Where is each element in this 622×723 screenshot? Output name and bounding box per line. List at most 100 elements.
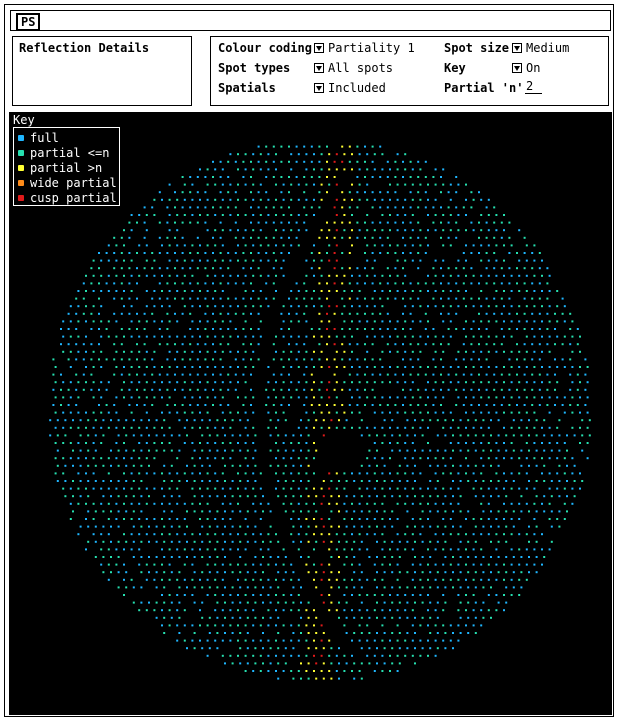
reflection-spot bbox=[183, 244, 186, 247]
reflection-spot bbox=[487, 518, 490, 520]
reflection-spot bbox=[322, 601, 325, 604]
reflection-spot bbox=[379, 358, 382, 361]
reflection-spot bbox=[115, 350, 118, 353]
reflection-spot bbox=[396, 290, 399, 292]
dropdown-arrow-icon[interactable] bbox=[314, 63, 324, 73]
reflection-spot bbox=[470, 358, 473, 361]
reflection-spot bbox=[189, 206, 192, 209]
reflection-spot bbox=[442, 578, 445, 581]
reflection-spot bbox=[419, 168, 422, 171]
reflection-spot bbox=[216, 495, 219, 498]
spatials-menu[interactable]: Included bbox=[314, 81, 386, 95]
reflection-spot bbox=[424, 404, 427, 406]
reflection-spot bbox=[510, 381, 513, 384]
reflection-spot bbox=[161, 578, 163, 581]
reflection-spot bbox=[90, 388, 93, 391]
reflection-spot bbox=[85, 320, 87, 323]
reflection-spot bbox=[62, 335, 65, 338]
dropdown-arrow-icon[interactable] bbox=[314, 43, 324, 53]
reflection-spot bbox=[406, 525, 409, 528]
reflection-spot bbox=[191, 411, 194, 414]
reflection-spot bbox=[290, 487, 293, 490]
reflection-spot bbox=[404, 654, 407, 657]
reflection-spot bbox=[556, 335, 559, 338]
reflection-spot bbox=[396, 198, 399, 201]
reflection-spot bbox=[288, 160, 290, 163]
reflection-spot bbox=[442, 350, 445, 353]
reflection-spot bbox=[474, 419, 477, 422]
reflection-spot bbox=[267, 381, 270, 384]
reflection-spot bbox=[558, 525, 561, 528]
reflection-spot bbox=[123, 381, 125, 384]
reflection-spot bbox=[576, 388, 579, 391]
reflection-spot bbox=[487, 214, 490, 216]
reflection-spot bbox=[404, 290, 407, 292]
reflection-spot bbox=[267, 153, 270, 156]
spot-size-menu[interactable]: Medium bbox=[512, 41, 569, 55]
window-title-button[interactable]: PS bbox=[16, 13, 41, 31]
reflection-spot bbox=[442, 639, 445, 642]
reflection-spot bbox=[275, 487, 277, 490]
reflection-spot bbox=[459, 586, 462, 589]
reflection-spot bbox=[533, 426, 536, 429]
reflection-spot bbox=[368, 510, 371, 513]
reflection-spot bbox=[480, 229, 483, 232]
reflection-spot bbox=[490, 586, 492, 589]
reflection-spot bbox=[391, 601, 394, 604]
reflection-spot bbox=[421, 586, 424, 589]
reflection-spot bbox=[322, 480, 325, 482]
reflection-spot bbox=[495, 290, 498, 292]
reflection-spot bbox=[391, 571, 394, 574]
reflection-spot bbox=[189, 191, 192, 194]
reflection-spot bbox=[490, 540, 492, 543]
spot-types-menu[interactable]: All spots bbox=[314, 61, 393, 75]
reflection-spot bbox=[335, 533, 338, 536]
reflection-spot bbox=[495, 350, 498, 353]
reflection-spot bbox=[275, 381, 277, 384]
reflection-spot bbox=[252, 502, 255, 505]
reflection-spot bbox=[229, 381, 232, 384]
reflection-spot bbox=[318, 297, 321, 300]
reflection-spot bbox=[364, 328, 366, 330]
reflection-spot bbox=[310, 373, 313, 376]
reflection-spot bbox=[208, 449, 211, 452]
reflection-spot bbox=[419, 563, 422, 566]
reflection-spot bbox=[482, 616, 485, 619]
reflection-spot bbox=[267, 578, 270, 581]
reflection-spot bbox=[328, 153, 331, 156]
reflection-spot bbox=[155, 434, 158, 437]
reflection-spot bbox=[234, 252, 237, 254]
colour-coding-menu[interactable]: Partiality 1 bbox=[314, 41, 415, 55]
reflection-spot bbox=[505, 495, 508, 498]
reflection-spot bbox=[320, 487, 323, 490]
dropdown-arrow-icon[interactable] bbox=[512, 63, 522, 73]
reflection-spot bbox=[313, 350, 315, 353]
spatials-label: Spatials bbox=[218, 81, 276, 95]
reflection-spot bbox=[330, 677, 333, 680]
reflection-spot bbox=[343, 335, 346, 338]
reflection-spot bbox=[123, 578, 125, 581]
dropdown-arrow-icon[interactable] bbox=[512, 43, 522, 53]
reflection-spot bbox=[280, 388, 283, 391]
reflection-spot bbox=[221, 183, 224, 186]
reflection-spot bbox=[191, 335, 194, 338]
reflection-spot bbox=[208, 586, 211, 589]
partial-n-input[interactable] bbox=[525, 79, 542, 94]
reflection-spot bbox=[409, 252, 412, 254]
reflection-spot bbox=[348, 267, 351, 270]
reflection-plot[interactable]: Key full partial <=n partial >n wide par… bbox=[9, 112, 612, 715]
dropdown-arrow-icon[interactable] bbox=[314, 83, 324, 93]
key-menu[interactable]: On bbox=[512, 61, 540, 75]
reflection-spot bbox=[326, 191, 328, 194]
reflection-spot bbox=[440, 236, 442, 239]
reflection-spot bbox=[130, 396, 133, 399]
reflection-spot bbox=[533, 533, 536, 536]
reflection-spot bbox=[389, 472, 391, 475]
reflection-spot bbox=[335, 183, 338, 186]
reflection-spot bbox=[288, 236, 290, 239]
reflection-spot bbox=[459, 601, 462, 604]
reflection-spot bbox=[120, 282, 123, 285]
reflection-spot bbox=[480, 381, 483, 384]
reflection-spot bbox=[224, 495, 226, 498]
reflection-spot bbox=[358, 168, 361, 171]
